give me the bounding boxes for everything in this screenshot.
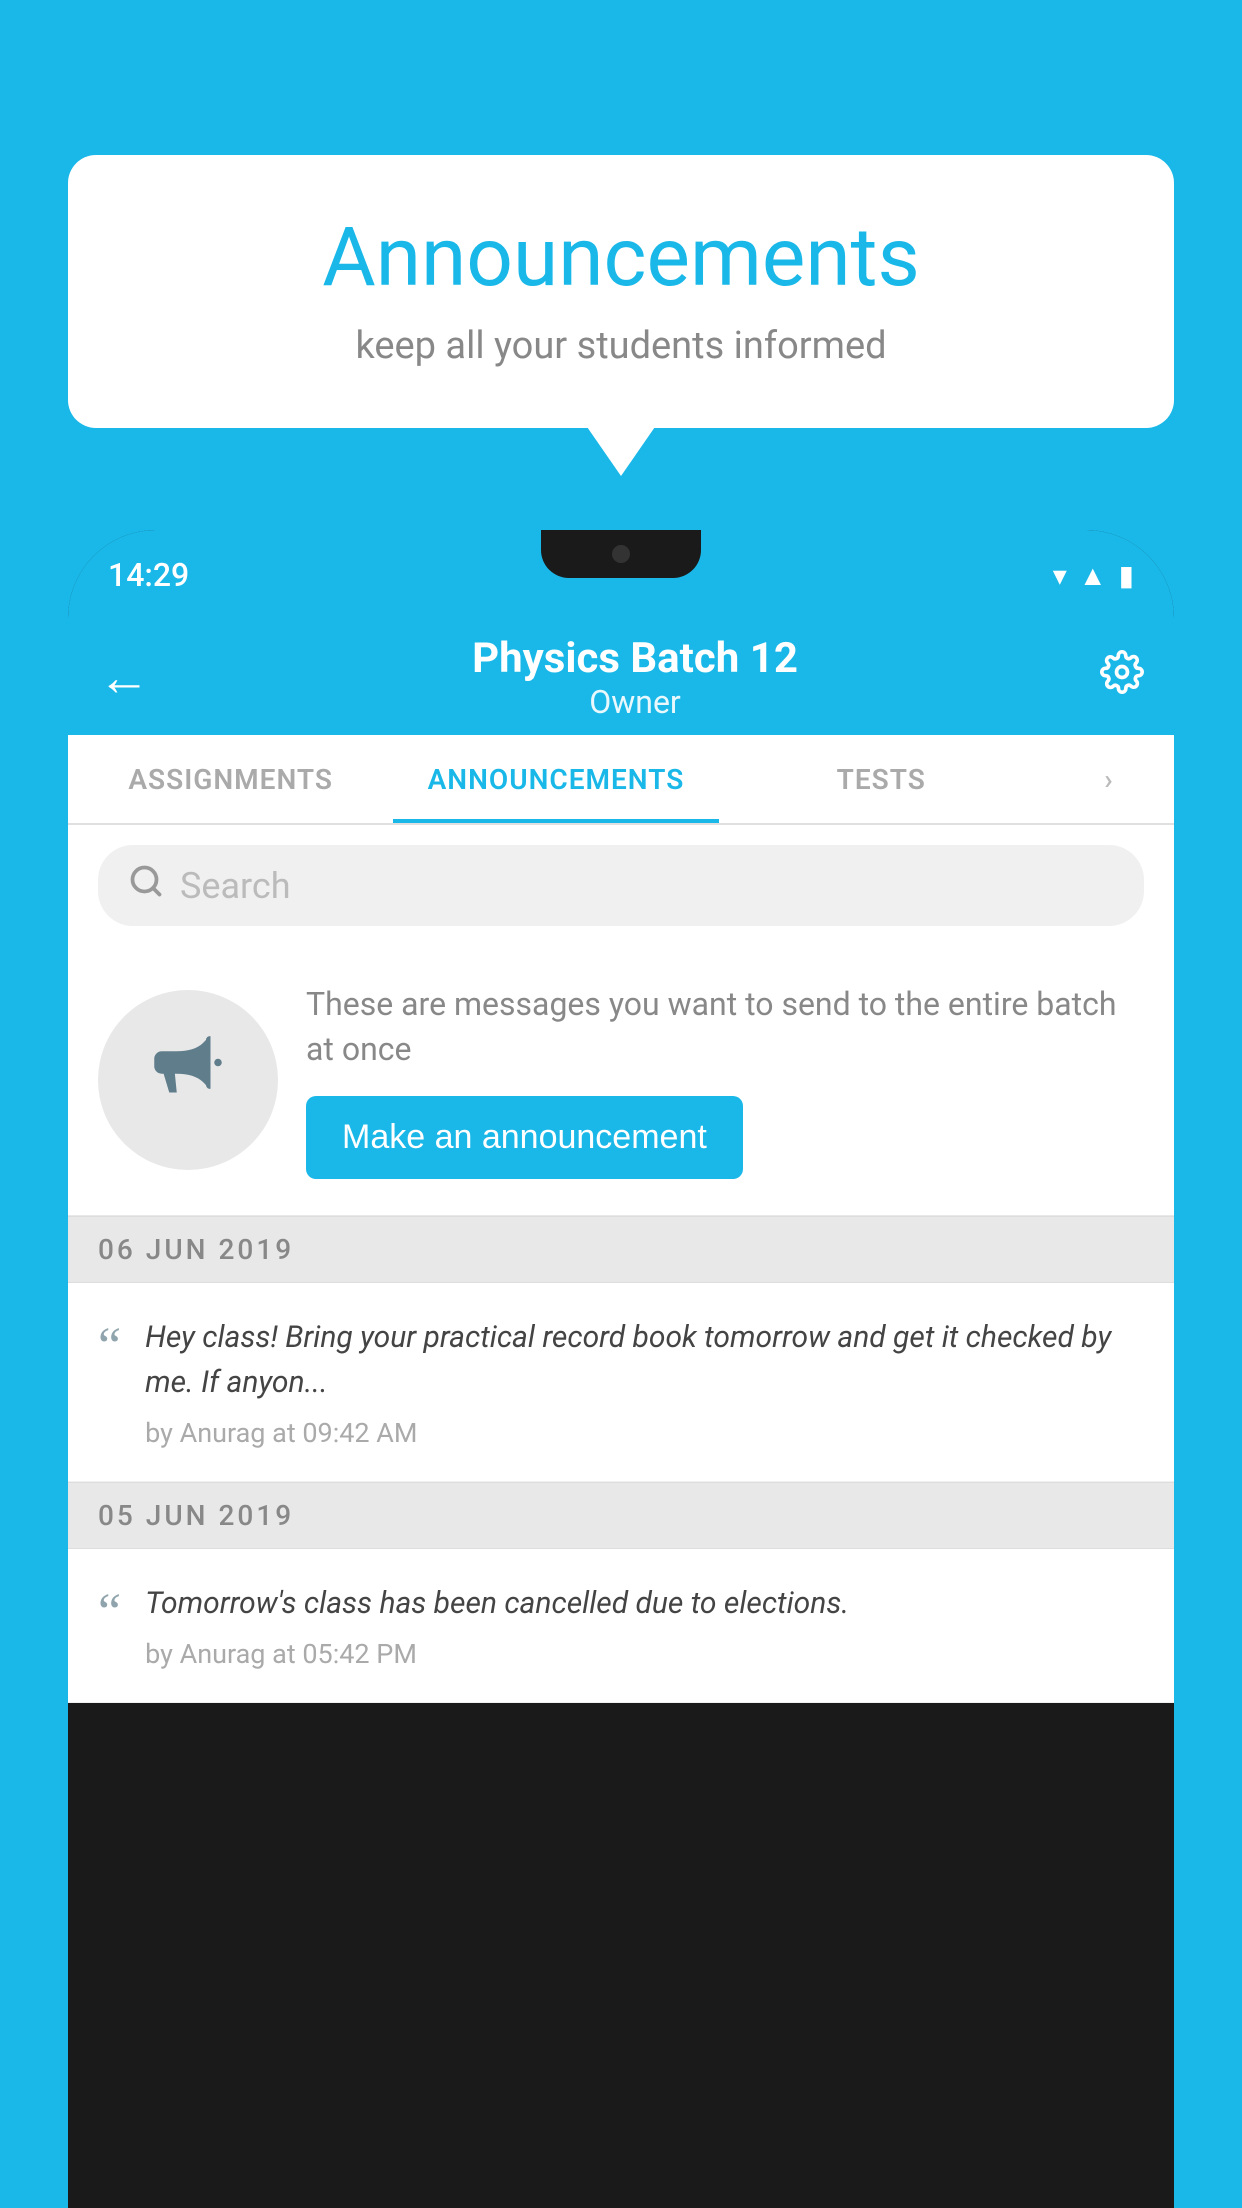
signal-icon: ▲ bbox=[1079, 559, 1107, 592]
promo-description: These are messages you want to send to t… bbox=[306, 982, 1144, 1072]
app-bar-main-title: Physics Batch 12 bbox=[170, 634, 1100, 683]
content-area: Search These are messages you want to se… bbox=[68, 825, 1174, 1703]
search-input-wrap[interactable]: Search bbox=[98, 845, 1144, 926]
speech-bubble-title: Announcements bbox=[128, 210, 1114, 306]
back-button[interactable]: ← bbox=[98, 647, 150, 708]
announcement-text-1: Hey class! Bring your practical record b… bbox=[145, 1315, 1144, 1405]
quote-icon-2: “ bbox=[98, 1587, 121, 1639]
date-separator-1: 06 JUN 2019 bbox=[68, 1216, 1174, 1283]
search-placeholder: Search bbox=[180, 865, 291, 907]
app-bar-title-group: Physics Batch 12 Owner bbox=[170, 634, 1100, 721]
tab-tests[interactable]: TESTS bbox=[719, 735, 1044, 823]
app-bar: ← Physics Batch 12 Owner bbox=[68, 620, 1174, 735]
tabs-bar: ASSIGNMENTS ANNOUNCEMENTS TESTS › bbox=[68, 735, 1174, 825]
tab-more[interactable]: › bbox=[1044, 735, 1174, 823]
announcement-meta-2: by Anurag at 05:42 PM bbox=[145, 1638, 1144, 1670]
make-announcement-button[interactable]: Make an announcement bbox=[306, 1096, 743, 1179]
battery-icon: ▮ bbox=[1119, 559, 1134, 592]
announcement-text-2: Tomorrow's class has been cancelled due … bbox=[145, 1581, 1144, 1626]
announcement-content-1: Hey class! Bring your practical record b… bbox=[145, 1315, 1144, 1449]
speech-bubble: Announcements keep all your students inf… bbox=[68, 155, 1174, 428]
megaphone-icon bbox=[143, 1025, 233, 1135]
promo-right: These are messages you want to send to t… bbox=[306, 982, 1144, 1179]
phone-notch bbox=[541, 530, 701, 578]
announcement-content-2: Tomorrow's class has been cancelled due … bbox=[145, 1581, 1144, 1670]
app-bar-subtitle: Owner bbox=[170, 683, 1100, 721]
promo-icon-circle bbox=[98, 990, 278, 1170]
announcement-promo: These are messages you want to send to t… bbox=[68, 946, 1174, 1216]
search-icon bbox=[128, 863, 164, 908]
tab-assignments[interactable]: ASSIGNMENTS bbox=[68, 735, 393, 823]
wifi-icon: ▾ bbox=[1053, 559, 1067, 592]
status-time: 14:29 bbox=[108, 556, 189, 594]
announcement-item-1[interactable]: “ Hey class! Bring your practical record… bbox=[68, 1283, 1174, 1482]
camera-dot bbox=[612, 545, 630, 563]
tab-announcements[interactable]: ANNOUNCEMENTS bbox=[393, 735, 718, 823]
announcement-item-2[interactable]: “ Tomorrow's class has been cancelled du… bbox=[68, 1549, 1174, 1703]
date-separator-2: 05 JUN 2019 bbox=[68, 1482, 1174, 1549]
announcement-meta-1: by Anurag at 09:42 AM bbox=[145, 1417, 1144, 1449]
search-bar: Search bbox=[68, 825, 1174, 946]
status-icons: ▾ ▲ ▮ bbox=[1053, 559, 1134, 592]
speech-bubble-subtitle: keep all your students informed bbox=[128, 324, 1114, 368]
status-bar: 14:29 ▾ ▲ ▮ bbox=[68, 530, 1174, 620]
settings-button[interactable] bbox=[1100, 650, 1144, 705]
phone-frame: 14:29 ▾ ▲ ▮ ← Physics Batch 12 Owner ASS… bbox=[68, 530, 1174, 2208]
quote-icon-1: “ bbox=[98, 1321, 121, 1373]
